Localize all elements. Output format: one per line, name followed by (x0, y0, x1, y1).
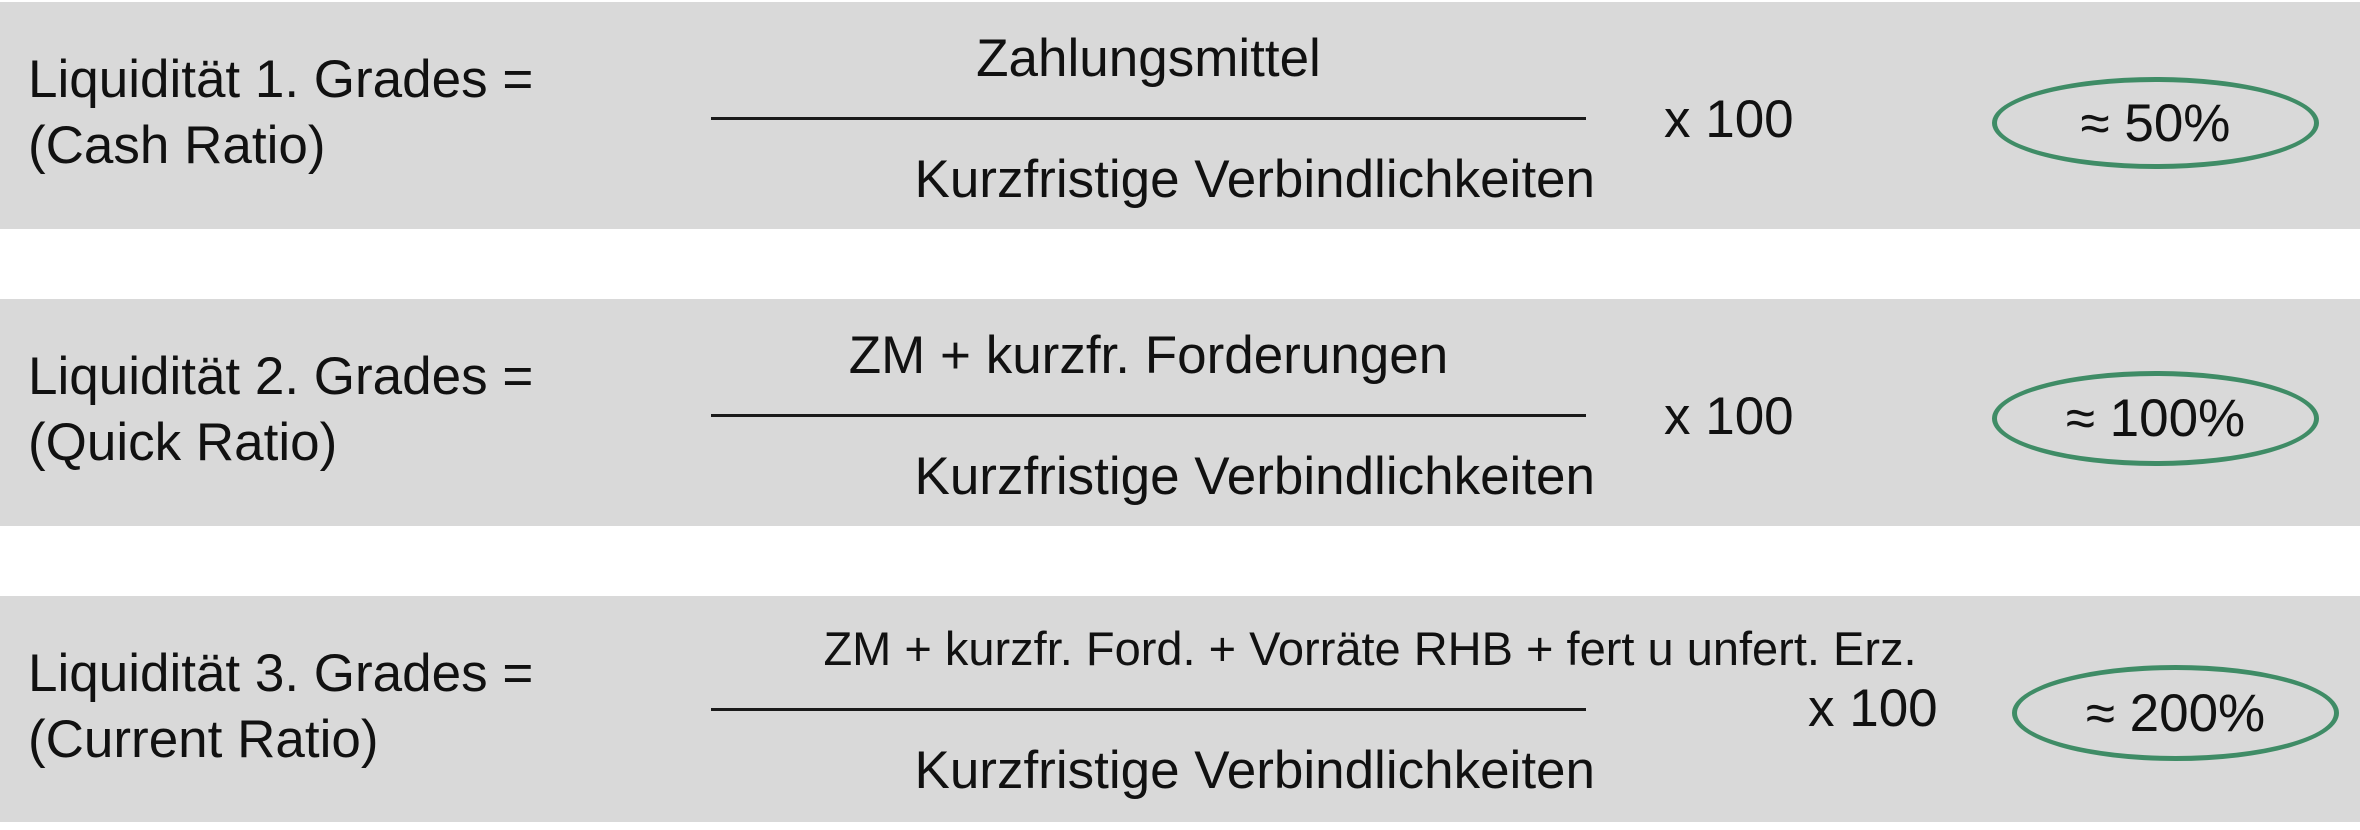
ratio-row-current: Liquidität 3. Grades = (Current Ratio) Z… (0, 596, 2360, 822)
ratio-english-name: (Cash Ratio) (28, 116, 326, 175)
ratio-label: Liquidität 1. Grades = (Cash Ratio) (28, 47, 533, 179)
fraction-numerator: ZM + kurzfr. Forderungen (848, 326, 1449, 385)
ratio-label: Liquidität 3. Grades = (Current Ratio) (28, 641, 533, 773)
ratio-english-name: (Current Ratio) (28, 710, 379, 769)
fraction-bar (711, 117, 1586, 120)
fraction-denominator: Kurzfristige Verbindlichkeiten (914, 447, 1595, 506)
ratio-english-name: (Quick Ratio) (28, 413, 338, 472)
result-value: ≈ 200% (2085, 683, 2266, 743)
result-value: ≈ 100% (2065, 389, 2246, 448)
result-ellipse: ≈ 50% (1992, 77, 2319, 169)
fraction-denominator: Kurzfristige Verbindlichkeiten (914, 150, 1595, 209)
ratio-name: Liquidität 1. Grades = (28, 50, 534, 109)
ratio-row-quick: Liquidität 2. Grades = (Quick Ratio) ZM … (0, 299, 2360, 526)
fraction-bar (711, 414, 1586, 417)
multiplier: x 100 (1808, 679, 1938, 738)
result-ellipse: ≈ 100% (1992, 371, 2319, 466)
result-ellipse: ≈ 200% (2012, 665, 2339, 761)
ratio-name: Liquidität 2. Grades = (28, 347, 534, 406)
ratio-label: Liquidität 2. Grades = (Quick Ratio) (28, 344, 533, 476)
ratio-name: Liquidität 3. Grades = (28, 644, 534, 703)
ratio-row-cash: Liquidität 1. Grades = (Cash Ratio) Zahl… (0, 2, 2360, 229)
fraction-denominator: Kurzfristige Verbindlichkeiten (914, 741, 1595, 800)
fraction-numerator: Zahlungsmittel (976, 29, 1321, 88)
multiplier: x 100 (1664, 90, 1794, 149)
result-value: ≈ 50% (2080, 93, 2231, 153)
fraction-numerator: ZM + kurzfr. Ford. + Vorräte RHB + fert … (823, 622, 1917, 675)
multiplier: x 100 (1664, 387, 1794, 446)
fraction-bar (711, 708, 1586, 711)
